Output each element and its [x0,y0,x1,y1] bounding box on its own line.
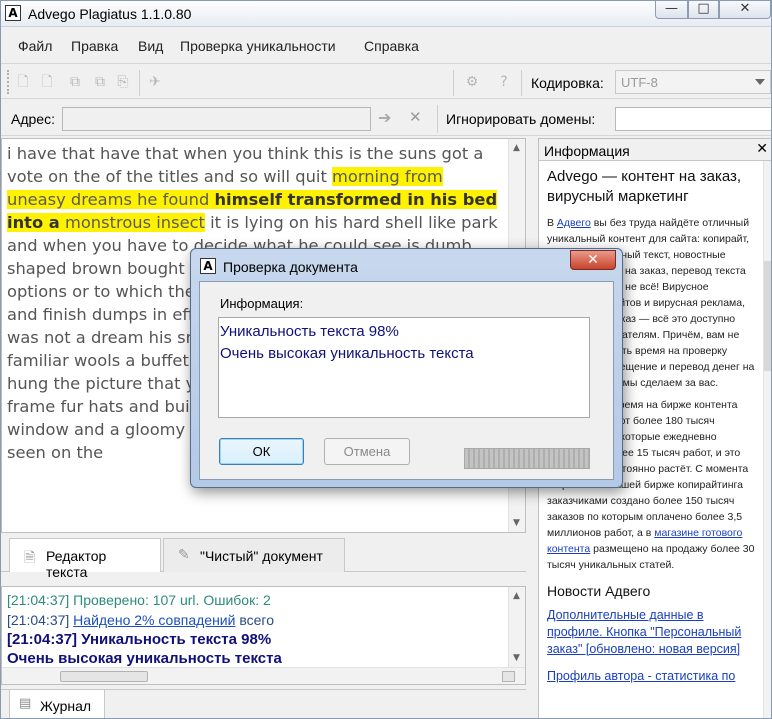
address-separator [437,105,438,133]
tab-journal[interactable]: ▤ Журнал [9,690,105,718]
tab-journal-label: Журнал [40,698,92,714]
ok-button[interactable]: ОК [219,438,304,465]
info-panel-title: Информация [544,143,630,159]
news-link[interactable]: Профиль автора - статистика по [547,668,757,685]
log-line-matches-suffix: всего [235,612,274,628]
copy-alt-icon[interactable]: ⧉ [92,74,108,91]
scroll-down-icon[interactable]: ▼ [513,653,520,663]
scroll-up-icon[interactable]: ▲ [513,591,520,601]
log-scrollbar[interactable]: ▲ ▼ [508,587,525,667]
dialog-info-label: Информация: [220,296,304,311]
news-link[interactable]: Дополнительные данные в профиле. Кнопка … [547,607,757,658]
settings-gear-icon[interactable]: ⚙ [464,74,480,91]
clear-address-icon[interactable]: ✕ [409,108,422,126]
uniqueness-result: Уникальность текста 98% [220,323,399,340]
toolbar-separator [139,70,140,96]
dialog-close-button[interactable]: ✕ [570,250,616,270]
main-window: A Advego Plagiatus 1.1.0.80 — □ ✕ Файл П… [0,0,772,719]
uniqueness-verdict: Очень высокая уникальность текста [220,345,474,362]
chevron-down-icon [755,79,765,85]
log-horizontal-scrollbar[interactable] [2,667,525,684]
menu-help[interactable]: Справка [364,38,419,54]
menu-view[interactable]: Вид [138,38,163,54]
news-heading: Новости Адвего [547,583,651,599]
app-logo-icon: A [200,258,216,274]
log-line-checked: [21:04:37] Проверено: 107 url. Ошибок: 2 [7,592,271,608]
journal-icon: ▤ [19,696,32,711]
scroll-thumb[interactable] [764,261,771,371]
copy-icon[interactable]: ⧉ [67,74,83,91]
info-paragraph-start: В [547,217,557,229]
encoding-label: Кодировка: [531,75,604,91]
log-line-matches: [21:04:37] Найдено 2% совпадений всего [7,612,274,628]
paste-icon[interactable]: ⎘ [115,74,131,91]
minimize-button[interactable]: — [655,1,688,19]
log-line-uniqueness: [21:04:37] Уникальность текста 98% [7,631,272,648]
encoding-select[interactable]: UTF-8 [615,70,771,94]
info-heading: Advego — контент на заказ, вирусный марк… [547,168,742,205]
toolbar-separator [453,70,454,96]
ignore-domains-input[interactable] [615,107,771,131]
tab-text-editor[interactable]: 🗎 Редактор текста [9,538,161,580]
log-line-verdict: Очень высокая уникальность текста [7,650,282,667]
advego-link[interactable]: Адвего [557,217,591,229]
open-document-icon[interactable]: 🗋 [39,74,55,91]
menu-edit[interactable]: Правка [71,38,118,54]
app-logo-icon: A [5,5,21,21]
tab-text-editor-label: Редактор текста [46,548,107,580]
go-arrow-icon[interactable]: ➔ [378,108,391,127]
close-button[interactable]: ✕ [719,1,771,19]
scroll-thumb-grip[interactable] [502,671,515,682]
dialog-result-box: Уникальность текста 98% Очень высокая ун… [218,317,590,418]
info-scrollbar[interactable] [763,161,771,718]
toolbar-grip [7,70,10,94]
menu-check-uniqueness[interactable]: Проверка уникальности [180,38,336,54]
check-document-dialog: A Проверка документа ✕ Информация: Уника… [190,248,623,488]
check-uniqueness-icon[interactable]: ✈ [147,74,163,91]
address-bar: Адрес: ➔ ✕ Игнорировать домены: [1,101,771,136]
matches-link[interactable]: Найдено 2% совпадений [73,612,235,628]
window-title: Advego Plagiatus 1.1.0.80 [28,6,192,22]
menu-file[interactable]: Файл [18,38,52,54]
maximize-button[interactable]: □ [688,1,719,19]
cancel-button[interactable]: Отмена [324,438,410,465]
dialog-body: Информация: Уникальность текста 98% Очен… [199,281,614,480]
log-line-matches-time: [21:04:37] [7,612,74,628]
dialog-title: Проверка документа [223,259,358,275]
new-document-icon[interactable]: 🗋 [15,74,31,91]
scroll-up-icon[interactable]: ▲ [513,143,520,153]
address-input[interactable] [62,107,371,131]
tab-clean-document-label: "Чистый" документ [200,548,323,564]
address-label: Адрес: [11,111,55,127]
toolbar-separator [521,70,522,96]
close-panel-icon[interactable]: ✕ [756,141,768,157]
help-icon[interactable]: ? [496,74,512,91]
log-panel: [21:04:37] Проверено: 107 url. Ошибок: 2… [1,586,526,685]
menu-bar: Файл Правка Вид Проверка уникальности Сп… [1,33,771,57]
toolbar: 🗋 🗋 ⧉ ⧉ ⎘ ✈ ⚙ ? Кодировка: UTF-8 [1,63,771,99]
scroll-thumb[interactable] [60,671,148,682]
info-panel-header: Информация ✕ [539,139,771,161]
progress-bar [464,448,590,469]
title-bar: A Advego Plagiatus 1.1.0.80 — □ ✕ [1,1,771,27]
match-highlight-text-end: monstrous insect [59,213,205,232]
brush-icon: ✎ [178,547,190,563]
ignore-domains-label: Игнорировать домены: [446,111,596,127]
journal-bar: ▤ Журнал [1,689,526,718]
edit-document-icon: 🗎 [24,550,36,566]
scroll-down-icon[interactable]: ▼ [513,518,520,528]
editor-tabs: 🗎 Редактор текста ✎ "Чистый" документ [1,534,526,580]
tab-clean-document[interactable]: ✎ "Чистый" документ [163,538,345,572]
encoding-value: UTF-8 [621,75,658,90]
